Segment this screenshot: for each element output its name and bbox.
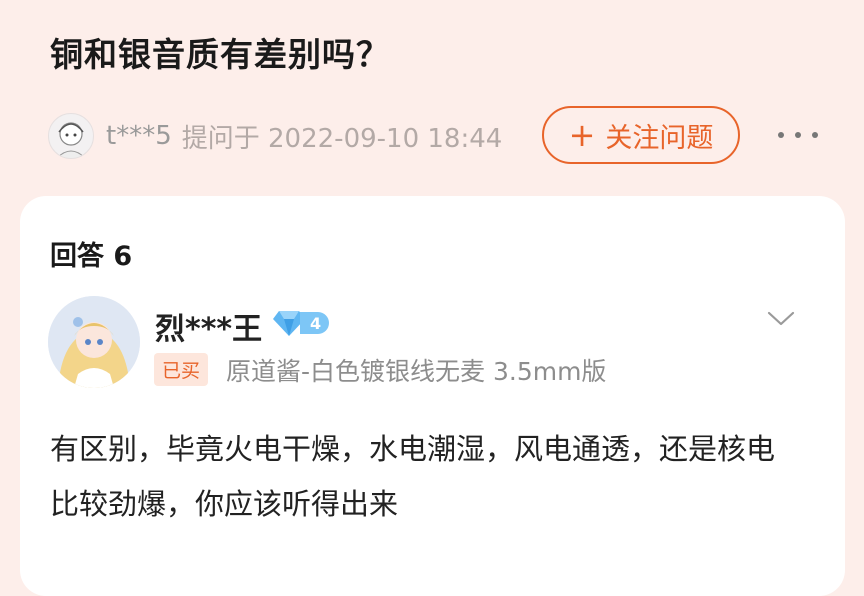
purchased-product: 原道酱-白色镀银线无麦 3.5mm版 [226,357,607,386]
member-level-number: 4 [300,312,330,334]
avatar-sketch-icon [56,122,86,158]
answers-count-heading: 回答 6 [50,241,133,272]
more-options-button[interactable] [778,118,818,152]
purchased-badge: 已买 [154,353,209,386]
answerer-avatar[interactable] [48,296,140,388]
follow-question-label: 关注问题 [605,122,714,154]
follow-question-button[interactable]: + 关注问题 [542,106,740,164]
more-dots-icon [778,132,784,138]
avatar-anime-icon [48,296,140,388]
chevron-down-icon[interactable] [766,308,796,328]
question-title: 铜和银音质有差别吗？ [50,35,390,74]
answerer-name[interactable]: 烈***王 [155,304,262,348]
plus-icon: + [568,116,596,154]
asker-avatar[interactable] [48,113,94,159]
answer-text: 有区别，毕竟火电干燥，水电潮湿，风电通透，还是核电比较劲爆，你应该听得出来 [50,432,776,521]
asked-timestamp: 提问于 2022-09-10 18:44 [181,123,503,154]
asker-name[interactable]: t***5 [106,121,172,151]
asker-info: t***5 提问于 2022-09-10 18:44 [48,110,502,162]
member-level-badge: 4 [272,309,330,337]
answers-card: 回答 6 烈***王 4 已买 原道酱-白色镀银线无麦 3.5mm版 有区别，毕… [20,196,845,596]
